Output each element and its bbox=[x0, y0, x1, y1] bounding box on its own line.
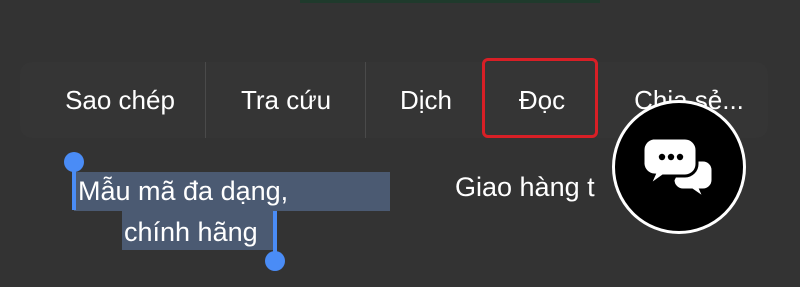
chat-button[interactable] bbox=[612, 100, 746, 234]
selected-text-line2: chính hãng bbox=[124, 217, 258, 247]
menu-separator bbox=[205, 62, 206, 138]
delivery-text: Giao hàng t bbox=[455, 172, 595, 202]
menu-item-translate[interactable]: Dịch bbox=[368, 62, 484, 138]
menu-separator bbox=[365, 62, 366, 138]
selection-start-handle[interactable] bbox=[64, 152, 84, 172]
top-accent-bar bbox=[300, 0, 600, 3]
selected-text-line1: Mẫu mã đa dạng, bbox=[78, 176, 289, 206]
menu-item-copy[interactable]: Sao chép bbox=[32, 62, 208, 138]
selection-end-handle[interactable] bbox=[265, 251, 285, 271]
selection-start-caret bbox=[72, 166, 76, 210]
speak-highlight-box bbox=[482, 58, 598, 138]
menu-item-lookup[interactable]: Tra cứu bbox=[208, 62, 364, 138]
chat-bubbles-icon bbox=[641, 136, 715, 202]
